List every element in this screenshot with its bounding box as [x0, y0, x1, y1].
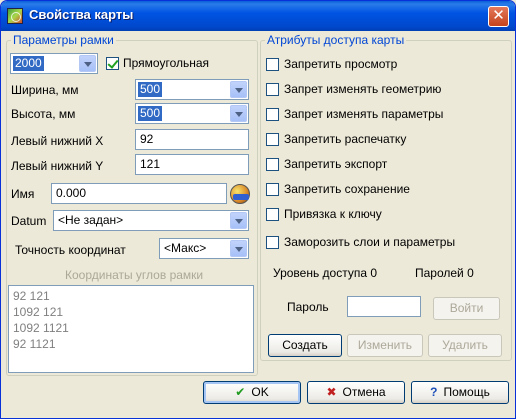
- datum-select[interactable]: <Не задан>: [53, 210, 249, 231]
- login-button[interactable]: Войти: [433, 297, 500, 320]
- access-attrs-legend: Атрибуты доступа карты: [267, 33, 405, 47]
- close-button[interactable]: ✕: [488, 6, 509, 27]
- corners-label: Координаты углов рамки: [65, 268, 204, 282]
- lower-left-y-label: Левый нижний Y: [11, 159, 104, 173]
- corner-line: 92 121: [13, 289, 50, 303]
- checkbox-no-edit-geometry[interactable]: [266, 83, 279, 96]
- scale-select[interactable]: 2000: [10, 53, 98, 74]
- chevron-down-icon[interactable]: [230, 81, 247, 98]
- ok-label: OK: [251, 385, 269, 399]
- window-title: Свойства карты: [29, 7, 134, 22]
- checkbox-key-binding[interactable]: [266, 208, 279, 221]
- datum-label: Datum: [11, 214, 47, 228]
- checkbox-no-edit-params[interactable]: [266, 108, 279, 121]
- globe-icon[interactable]: [230, 184, 250, 204]
- help-button[interactable]: ? Помощь: [411, 381, 509, 404]
- cancel-label: Отмена: [342, 385, 386, 399]
- label-no-export: Запретить экспорт: [284, 157, 388, 171]
- access-level-text: Уровень доступа 0: [273, 266, 378, 280]
- label-no-view: Запретить просмотр: [284, 57, 398, 71]
- height-value: 500: [138, 106, 163, 121]
- checkbox-freeze-layers[interactable]: [266, 236, 279, 249]
- label-no-edit-geometry: Запрет изменять геометрию: [284, 82, 442, 96]
- rectangular-checkbox[interactable]: [106, 57, 119, 70]
- corner-line: 1092 1121: [13, 321, 69, 335]
- help-label: Помощь: [443, 385, 490, 399]
- corners-textarea[interactable]: 92 121 1092 121 1092 1121 92 1121: [8, 285, 254, 373]
- cross-icon: ✖: [326, 385, 337, 399]
- help-icon: ?: [430, 385, 438, 399]
- width-select[interactable]: 500: [135, 79, 249, 100]
- change-button[interactable]: Изменить: [347, 334, 423, 357]
- checkbox-no-export[interactable]: [266, 158, 279, 171]
- label-no-save: Запретить сохранение: [284, 182, 410, 196]
- chevron-down-icon[interactable]: [79, 55, 96, 72]
- height-label: Высота, мм: [11, 107, 76, 121]
- password-field[interactable]: [347, 296, 421, 317]
- password-label: Пароль: [287, 300, 329, 314]
- datum-value: <Не задан>: [58, 213, 124, 227]
- precision-select[interactable]: <Макс>: [159, 238, 249, 259]
- label-no-print: Запретить распечатку: [284, 132, 407, 146]
- corner-line: 1092 121: [13, 305, 64, 319]
- rectangular-label: Прямоугольная: [123, 56, 210, 70]
- title-bar[interactable]: Свойства карты ✕: [1, 1, 515, 31]
- checkbox-no-view[interactable]: [266, 58, 279, 71]
- map-app-icon: [7, 8, 23, 24]
- properties-dialog: Свойства карты ✕ Параметры рамки 2000 Пр…: [0, 0, 516, 419]
- height-select[interactable]: 500: [135, 103, 249, 124]
- chevron-down-icon[interactable]: [230, 240, 247, 257]
- frame-params-legend: Параметры рамки: [13, 33, 114, 47]
- ok-button[interactable]: ✔ OK: [203, 381, 301, 404]
- lower-left-y-field[interactable]: 121: [135, 154, 249, 175]
- width-value: 500: [138, 82, 163, 97]
- label-no-edit-params: Запрет изменять параметры: [284, 107, 444, 121]
- lower-left-x-field[interactable]: 92: [135, 129, 249, 150]
- lower-left-x-label: Левый нижний X: [11, 134, 104, 148]
- delete-button[interactable]: Удалить: [428, 334, 502, 357]
- precision-label: Точность координат: [15, 243, 126, 257]
- chevron-down-icon[interactable]: [230, 212, 247, 229]
- label-key-binding: Привязка к ключу: [284, 207, 382, 221]
- name-field[interactable]: 0.000: [51, 183, 227, 204]
- width-label: Ширина, мм: [11, 83, 79, 97]
- label-freeze-layers: Заморозить слои и параметры: [284, 235, 456, 249]
- checkbox-no-save[interactable]: [266, 183, 279, 196]
- checkmark-icon: ✔: [235, 385, 246, 399]
- chevron-down-icon[interactable]: [230, 105, 247, 122]
- name-label: Имя: [11, 187, 35, 201]
- passwords-count-text: Паролей 0: [415, 266, 474, 280]
- checkbox-no-print[interactable]: [266, 133, 279, 146]
- create-button[interactable]: Создать: [268, 334, 342, 357]
- corner-line: 92 1121: [13, 337, 56, 351]
- scale-value: 2000: [13, 56, 44, 71]
- precision-value: <Макс>: [164, 241, 207, 255]
- cancel-button[interactable]: ✖ Отмена: [307, 381, 405, 404]
